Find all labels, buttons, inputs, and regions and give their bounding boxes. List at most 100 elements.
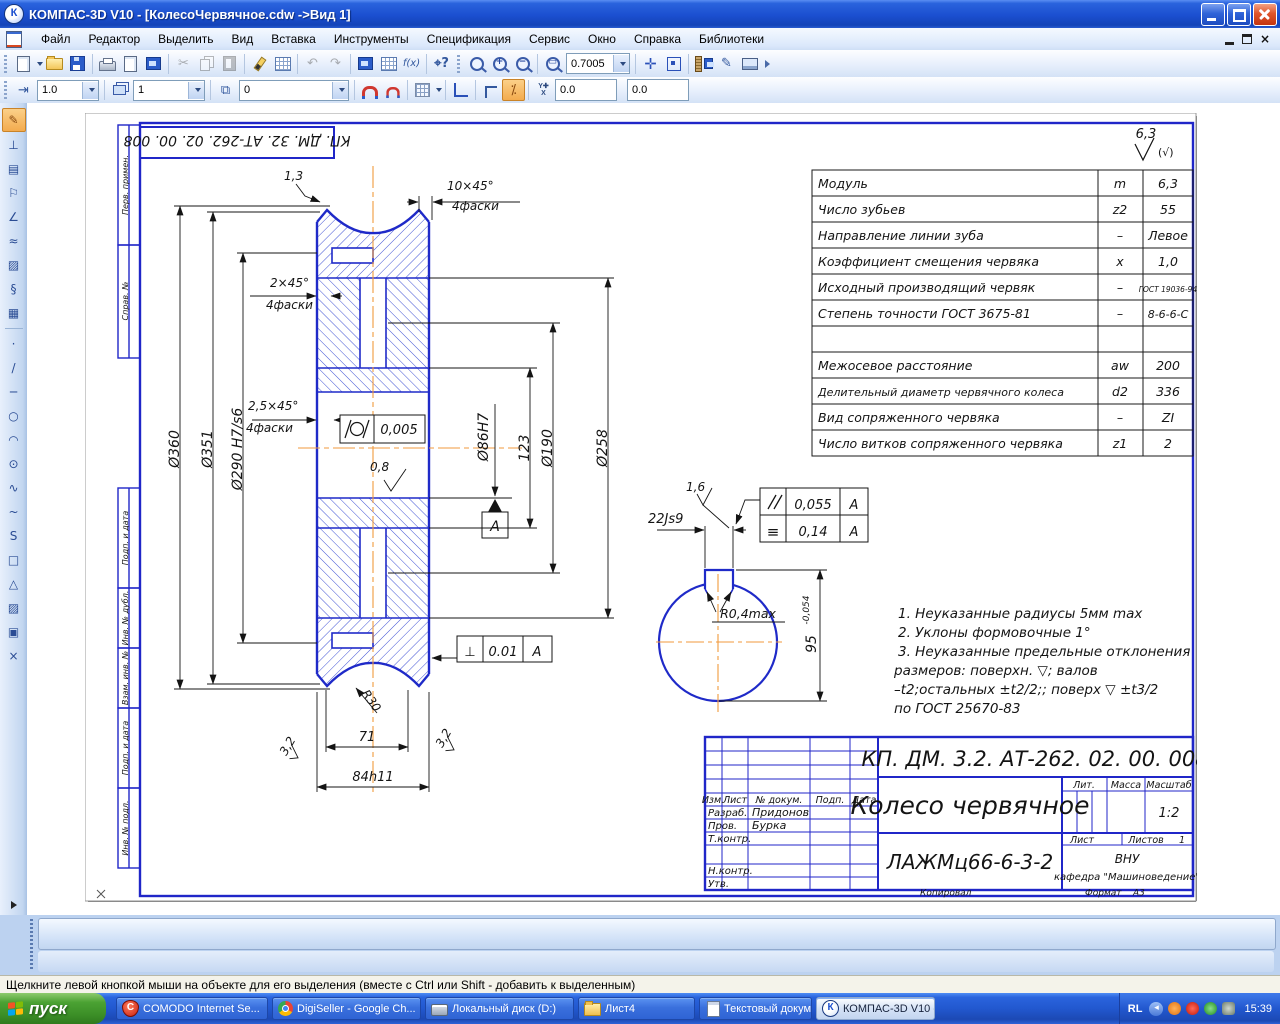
taskbar-button-local-disk[interactable]: Локальный диск (D:) xyxy=(425,997,574,1020)
taskbar-button-digiseller[interactable]: DigiSeller - Google Ch... xyxy=(272,997,421,1020)
layers-icon[interactable] xyxy=(108,79,131,101)
redo-icon[interactable]: ↷ xyxy=(324,53,347,75)
clock[interactable]: 15:39 xyxy=(1244,1003,1272,1015)
edit-part-icon[interactable]: ∠ xyxy=(3,206,25,228)
segment-tool-icon[interactable]: ─ xyxy=(3,381,25,403)
angle-snap-icon[interactable]: ⁒ xyxy=(502,79,525,101)
close-button[interactable] xyxy=(1253,3,1277,26)
save-icon[interactable] xyxy=(66,53,89,75)
ellipse-tool-icon[interactable]: ⊙ xyxy=(3,453,25,475)
restore-button[interactable] xyxy=(1227,3,1251,26)
menu-specification[interactable]: Спецификация xyxy=(418,30,520,48)
tray-icon-1[interactable] xyxy=(1168,1002,1181,1015)
toolbar-grip[interactable] xyxy=(457,55,460,73)
menu-file[interactable]: Файл xyxy=(32,30,80,48)
polygon-tool-icon[interactable]: △ xyxy=(3,573,25,595)
print-preview-icon[interactable] xyxy=(119,53,142,75)
pan-icon[interactable]: ✛ xyxy=(639,53,662,75)
circle-tool-icon[interactable]: ○ xyxy=(3,405,25,427)
window-manager-icon[interactable] xyxy=(354,53,377,75)
menu-help[interactable]: Справка xyxy=(625,30,690,48)
spline-tool-icon[interactable]: S xyxy=(3,525,25,547)
copy-icon[interactable] xyxy=(195,53,218,75)
ortho-icon[interactable] xyxy=(479,79,502,101)
menu-tools[interactable]: Инструменты xyxy=(325,30,418,48)
variables-icon[interactable] xyxy=(377,53,400,75)
taskbar-button-text-doc[interactable]: Текстовый докумен... xyxy=(699,997,812,1020)
annotation-icon[interactable]: ▤ xyxy=(3,158,25,180)
bezier-tool-icon[interactable]: ~ xyxy=(3,501,25,523)
stamp-doc-number[interactable]: КП. ДМ. 32. АТ-262. 02. 00. 008 xyxy=(123,132,350,148)
measure2d-icon[interactable]: ▨ xyxy=(3,254,25,276)
drawing-sheet[interactable]: Перв. примен. Справ. № Подп. и дата Инв.… xyxy=(85,113,1197,902)
zoom-in-icon[interactable]: + xyxy=(488,53,511,75)
toolbar-grip[interactable] xyxy=(4,81,7,99)
toolbar-grip[interactable] xyxy=(4,55,7,73)
scale-dropdown-icon[interactable] xyxy=(613,55,629,72)
symbols-icon[interactable]: ⚐ xyxy=(3,182,25,204)
style-combo[interactable]: 0 xyxy=(239,80,349,101)
parametric-icon[interactable]: ≈ xyxy=(3,230,25,252)
edit-pencil-icon[interactable]: ✎ xyxy=(715,53,738,75)
cut-icon[interactable]: ✂ xyxy=(172,53,195,75)
menu-select[interactable]: Выделить xyxy=(149,30,222,48)
toolbar-overflow-icon[interactable] xyxy=(765,60,770,68)
drawing-canvas[interactable]: Перв. примен. Справ. № Подп. и дата Инв.… xyxy=(27,103,1280,915)
menu-view[interactable]: Вид xyxy=(223,30,263,48)
table-icon[interactable] xyxy=(271,53,294,75)
collect-tool-icon[interactable]: ▣ xyxy=(3,621,25,643)
curve-tool-icon[interactable]: ∿ xyxy=(3,477,25,499)
undo-icon[interactable]: ↶ xyxy=(301,53,324,75)
arc-tool-icon[interactable]: ◠ xyxy=(3,429,25,451)
screen-icon[interactable] xyxy=(738,53,761,75)
geometry-icon[interactable]: ✎ xyxy=(2,108,26,132)
property-bar-row1[interactable] xyxy=(38,918,1276,950)
menu-service[interactable]: Сервис xyxy=(520,30,579,48)
grid-icon[interactable] xyxy=(411,79,434,101)
zoom-frame-icon[interactable]: ▭ xyxy=(541,53,564,75)
fit-all-icon[interactable] xyxy=(662,53,685,75)
mdi-minimize-icon[interactable] xyxy=(1225,34,1234,45)
taskbar-button-kompas[interactable]: К КОМПАС-3D V10 - [К... xyxy=(816,997,935,1020)
menu-editor[interactable]: Редактор xyxy=(80,30,150,48)
grid-dropdown-icon[interactable] xyxy=(436,88,442,92)
scale-combo[interactable]: 0.7005 xyxy=(566,53,630,74)
snap-magnet-icon[interactable] xyxy=(358,79,381,101)
coord-y-field[interactable]: 0.0 xyxy=(555,79,617,101)
style-sheet-icon[interactable]: ⧉ xyxy=(214,79,237,101)
taskbar-button-list4[interactable]: Лист4 xyxy=(578,997,695,1020)
mdi-close-icon[interactable]: × xyxy=(1260,35,1270,44)
layer-combo[interactable]: 1 xyxy=(133,80,205,101)
taskbar-button-comodo[interactable]: C COMODO Internet Se... xyxy=(116,997,268,1020)
snap-magnet2-icon[interactable] xyxy=(381,79,404,101)
new-doc-icon[interactable] xyxy=(12,53,35,75)
print-icon[interactable] xyxy=(96,53,119,75)
select-icon[interactable]: § xyxy=(3,278,25,300)
format-brush-icon[interactable] xyxy=(248,53,271,75)
open-icon[interactable] xyxy=(43,53,66,75)
rect-tool-icon[interactable]: □ xyxy=(3,549,25,571)
pattern-tool-icon[interactable]: × xyxy=(3,645,25,667)
tray-icon-3[interactable] xyxy=(1204,1002,1217,1015)
fx-icon[interactable]: f(x) xyxy=(400,53,423,75)
document-icon[interactable] xyxy=(6,31,22,48)
local-cs-icon[interactable] xyxy=(449,79,472,101)
menu-window[interactable]: Окно xyxy=(579,30,625,48)
step-combo[interactable]: 1.0 xyxy=(37,80,99,101)
tray-chevron-icon[interactable]: ◂ xyxy=(1149,1002,1163,1016)
start-button[interactable]: пуск xyxy=(0,993,106,1024)
measure-icon[interactable] xyxy=(692,53,715,75)
dimensions-icon[interactable]: ⊥ xyxy=(3,134,25,156)
zoom-out-icon[interactable]: − xyxy=(511,53,534,75)
language-indicator[interactable]: RL xyxy=(1128,1003,1143,1015)
tray-icon-2[interactable] xyxy=(1186,1002,1199,1015)
panel-expand-icon[interactable] xyxy=(11,901,17,909)
point-tool-icon[interactable]: · xyxy=(3,333,25,355)
spec-icon[interactable]: ▦ xyxy=(3,302,25,324)
minimize-button[interactable] xyxy=(1201,3,1225,26)
paste-icon[interactable] xyxy=(218,53,241,75)
mdi-restore-icon[interactable] xyxy=(1242,34,1252,44)
send-view-icon[interactable] xyxy=(142,53,165,75)
title-bar[interactable]: К КОМПАС-3D V10 - [КолесоЧервячное.cdw -… xyxy=(0,0,1280,28)
aux-line-tool-icon[interactable]: / xyxy=(3,357,25,379)
